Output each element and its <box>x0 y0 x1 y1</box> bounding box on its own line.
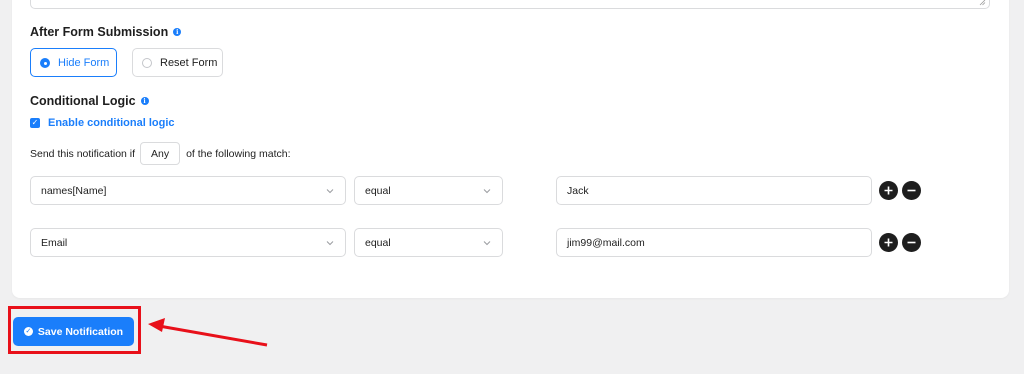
hide-form-option[interactable]: Hide Form <box>30 48 117 77</box>
reset-form-option[interactable]: Reset Form <box>132 48 223 77</box>
info-icon[interactable]: i <box>140 97 149 105</box>
rule-operator-value: equal <box>365 184 391 197</box>
match-type-select[interactable]: Any <box>140 142 181 165</box>
rule-field-select[interactable]: Email <box>30 228 346 257</box>
chevron-down-icon <box>326 188 334 193</box>
match-condition-row: Send this notification if Any of the fol… <box>30 142 291 165</box>
rule-value-text: jim99@mail.com <box>567 236 645 249</box>
reset-form-label: Reset Form <box>160 56 218 69</box>
plus-circle-icon[interactable] <box>879 233 898 252</box>
save-notification-button[interactable]: ✓ Save Notification <box>13 317 134 346</box>
rule-operator-select[interactable]: equal <box>354 176 503 205</box>
rule-value-input[interactable]: Jack <box>556 176 872 205</box>
enable-conditional-label[interactable]: Enable conditional logic <box>48 117 175 129</box>
rule-field-select[interactable]: names[Name] <box>30 176 346 205</box>
chevron-down-icon <box>483 240 491 245</box>
conditional-logic-title: Conditional Logic <box>30 94 136 108</box>
message-textarea[interactable] <box>30 0 990 9</box>
chevron-down-icon <box>326 240 334 245</box>
conditional-logic-heading: Conditional Logic i <box>30 94 149 108</box>
match-suffix-text: of the following match: <box>186 147 291 160</box>
rule-operator-value: equal <box>365 236 391 249</box>
rule-field-value: Email <box>41 236 68 249</box>
info-icon[interactable]: i <box>173 28 182 36</box>
radio-unselected-icon <box>142 57 152 68</box>
rule-value-input[interactable]: jim99@mail.com <box>556 228 872 257</box>
rule-operator-select[interactable]: equal <box>354 228 503 257</box>
rule-value-text: Jack <box>567 184 589 197</box>
rule-field-value: names[Name] <box>41 184 107 197</box>
minus-circle-icon[interactable] <box>902 181 921 200</box>
save-notification-label: Save Notification <box>37 325 124 338</box>
after-submission-title: After Form Submission <box>30 25 169 39</box>
match-prefix-text: Send this notification if <box>30 147 136 160</box>
plus-circle-icon[interactable] <box>879 181 898 200</box>
minus-circle-icon[interactable] <box>902 233 921 252</box>
hide-form-label: Hide Form <box>58 56 110 69</box>
after-submission-heading: After Form Submission i <box>30 25 182 39</box>
annotation-arrow-icon <box>148 318 268 347</box>
check-circle-icon: ✓ <box>23 327 33 336</box>
check-icon[interactable]: ✓ <box>30 118 40 128</box>
radio-selected-icon <box>40 57 50 68</box>
enable-conditional-logic[interactable]: ✓ Enable conditional logic <box>30 117 175 129</box>
chevron-down-icon <box>483 188 491 193</box>
resize-handle-icon[interactable] <box>979 0 986 6</box>
